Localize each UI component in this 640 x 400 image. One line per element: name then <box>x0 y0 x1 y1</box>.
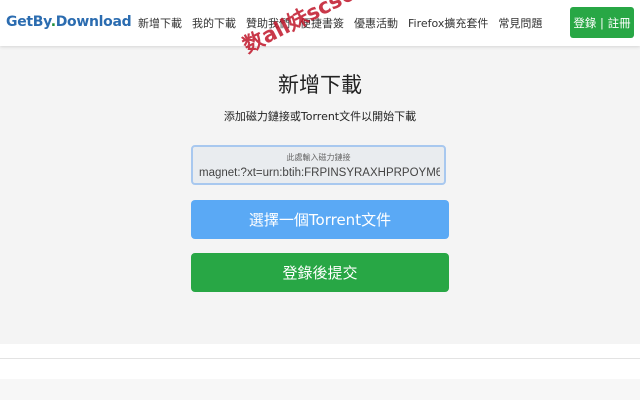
nav-promotions[interactable]: 優惠活動 <box>354 15 398 31</box>
nav-links: 新增下載 我的下載 贊助我們 便捷書簽 優惠活動 Firefox擴充套件 常見問… <box>138 0 552 46</box>
section-divider <box>0 344 640 358</box>
page-title: 新增下載 <box>278 73 362 97</box>
nav-bookmarklet[interactable]: 便捷書簽 <box>300 15 344 31</box>
brand-name-part1: GetBy <box>6 14 51 30</box>
footer-section <box>0 359 640 379</box>
nav-sponsor[interactable]: 贊助我們 <box>246 15 290 31</box>
nav-firefox-extension[interactable]: Firefox擴充套件 <box>408 15 488 31</box>
navbar: GetBy.Download 新增下載 我的下載 贊助我們 便捷書簽 優惠活動 … <box>0 0 640 46</box>
choose-torrent-button[interactable]: 選擇一個Torrent文件 <box>191 200 449 239</box>
magnet-input-group[interactable]: 此處輸入磁力鏈接 <box>191 145 446 185</box>
magnet-input[interactable] <box>199 165 440 181</box>
magnet-input-label: 此處輸入磁力鏈接 <box>286 153 351 162</box>
nav-new-download[interactable]: 新增下載 <box>138 15 182 31</box>
nav-faq[interactable]: 常見問題 <box>498 15 542 31</box>
submit-after-login-button[interactable]: 登錄後提交 <box>191 253 449 292</box>
brand-logo[interactable]: GetBy.Download <box>6 14 132 30</box>
login-register-button[interactable]: 登錄 | 註冊 <box>570 7 634 38</box>
brand-name-part2: Download <box>55 14 132 30</box>
footer-bottom <box>0 379 640 400</box>
nav-my-downloads[interactable]: 我的下載 <box>192 15 236 31</box>
main-panel: 新增下載 添加磁力鏈接或Torrent文件以開始下載 此處輸入磁力鏈接 選擇一個… <box>0 46 640 344</box>
page-subtitle: 添加磁力鏈接或Torrent文件以開始下載 <box>223 110 417 123</box>
